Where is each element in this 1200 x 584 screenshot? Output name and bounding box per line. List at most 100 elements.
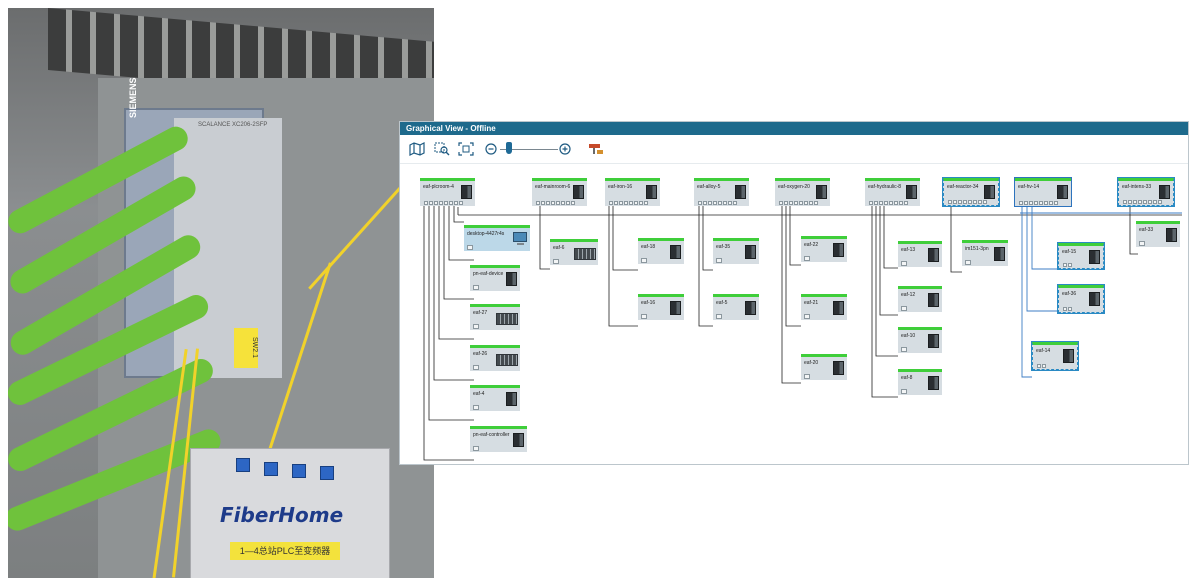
- device-desktop-4427r4s[interactable]: desktop-4427r4s: [464, 225, 530, 251]
- port: [901, 347, 907, 352]
- device-eaf-18[interactable]: eaf-18: [638, 238, 684, 264]
- device-eaf-35[interactable]: eaf-35: [713, 238, 759, 264]
- device-pn-eaf-controller[interactable]: pn-eaf-controller: [470, 426, 527, 452]
- device-eaf-36[interactable]: eaf-36: [1057, 284, 1105, 314]
- plc-icon: [646, 185, 657, 199]
- device-eaf-16[interactable]: eaf-16: [638, 294, 684, 320]
- device-label: eaf-10: [901, 333, 916, 339]
- device-eaf-hydraulic-8[interactable]: eaf-hydraulic-8: [865, 178, 920, 206]
- device-eaf-8[interactable]: eaf-8: [898, 369, 942, 395]
- plc-icon: [573, 185, 584, 199]
- fiber-port: [236, 458, 250, 472]
- device-eaf-mainroom-6[interactable]: eaf-mainroom-6: [532, 178, 587, 206]
- port: [716, 258, 722, 263]
- device-icon: [1166, 228, 1177, 242]
- device-eaf-hv-14[interactable]: eaf-hv-14: [1014, 177, 1072, 207]
- link-line: [698, 206, 713, 327]
- device-eaf-6[interactable]: eaf-6: [550, 239, 598, 265]
- device-label: eaf-18: [641, 244, 656, 250]
- device-eaf-33[interactable]: eaf-33: [1136, 221, 1180, 247]
- fit-view-icon[interactable]: [458, 142, 474, 156]
- device-eaf-reactor-34[interactable]: eaf-reactor-34: [942, 177, 1000, 207]
- zoom-slider-thumb[interactable]: [505, 142, 512, 154]
- device-label: eaf-33: [1139, 227, 1154, 233]
- device-eaf-plcroom-4[interactable]: eaf-plcroom-4: [420, 178, 475, 206]
- port-strip: [1037, 364, 1046, 368]
- port: [804, 374, 810, 379]
- device-label: im151-3pn: [965, 246, 989, 252]
- device-label: pn-eaf-controller: [473, 432, 510, 438]
- device-label: eaf-hv-14: [1018, 184, 1040, 190]
- port-strip: [536, 201, 575, 205]
- device-eaf-27[interactable]: eaf-27: [470, 304, 520, 330]
- device-eaf-4[interactable]: eaf-4: [470, 385, 520, 411]
- device-icon: [513, 433, 524, 447]
- device-label: eaf-iron-16: [608, 184, 633, 190]
- device-eaf-22[interactable]: eaf-22: [801, 236, 847, 262]
- device-eaf-5[interactable]: eaf-5: [713, 294, 759, 320]
- device-icon: [928, 248, 939, 262]
- device-im151-3pn[interactable]: im151-3pn: [962, 240, 1008, 266]
- zoom-selection-icon[interactable]: [434, 142, 450, 156]
- device-eaf-oxygen-20[interactable]: eaf-oxygen-20: [775, 178, 830, 206]
- fiber-port: [264, 462, 278, 476]
- link-line: [612, 206, 638, 271]
- device-eaf-20[interactable]: eaf-20: [801, 354, 847, 380]
- plc-icon: [1159, 185, 1170, 199]
- port: [553, 259, 559, 264]
- port-strip: [1019, 201, 1058, 205]
- link-line: [702, 206, 713, 271]
- plc-icon: [984, 185, 995, 199]
- device-eaf-26[interactable]: eaf-26: [470, 345, 520, 371]
- device-label: eaf-alloy-5: [697, 184, 721, 190]
- device-icon: [670, 301, 681, 315]
- port: [716, 314, 722, 319]
- device-eaf-15[interactable]: eaf-15: [1057, 242, 1105, 270]
- port: [901, 389, 907, 394]
- device-eaf-21[interactable]: eaf-21: [801, 294, 847, 320]
- zoom-in-icon[interactable]: [558, 142, 574, 156]
- device-icon: [670, 245, 681, 259]
- switch-brand-label: SIEMENS: [128, 77, 138, 118]
- device-label: eaf-12: [901, 292, 916, 298]
- device-icon: [1063, 349, 1074, 363]
- plc-icon: [1057, 185, 1068, 199]
- graphical-view-toolbar: [400, 136, 1188, 162]
- port-strip: [948, 200, 987, 204]
- link-line: [950, 206, 962, 273]
- port-strip: [779, 201, 818, 205]
- device-label: eaf-plcroom-4: [423, 184, 454, 190]
- graphical-view-window: Graphical View - Offline eaf-plcroom-4 e…: [399, 121, 1189, 465]
- link-line: [453, 206, 464, 223]
- port: [1139, 241, 1145, 246]
- device-eaf-iron-16[interactable]: eaf-iron-16: [605, 178, 660, 206]
- device-eaf-14[interactable]: eaf-14: [1031, 341, 1079, 371]
- port-strip: [698, 201, 737, 205]
- network-canvas[interactable]: eaf-plcroom-4 eaf-mainroom-6 eaf-iron-16…: [400, 163, 1188, 464]
- device-eaf-12[interactable]: eaf-12: [898, 286, 942, 312]
- device-icon: [506, 392, 517, 406]
- device-icon: [928, 293, 939, 307]
- device-label: eaf-mainroom-6: [535, 184, 571, 190]
- device-eaf-10[interactable]: eaf-10: [898, 327, 942, 353]
- map-icon[interactable]: [409, 142, 425, 156]
- device-eaf-alloy-5[interactable]: eaf-alloy-5: [694, 178, 749, 206]
- switch-cabinet-photo: SIEMENS SCALANCE XC206-2SFP SW2.1 FiberH…: [8, 8, 434, 578]
- switch-tag-label: SW2.1: [234, 328, 258, 368]
- device-label: eaf-4: [473, 391, 485, 397]
- device-pn-eaf-device[interactable]: pn-eaf-device: [470, 265, 520, 291]
- pc-icon: [513, 232, 527, 245]
- io-rack-icon: [496, 354, 518, 366]
- device-eaf-intens-33[interactable]: eaf-intens-33: [1117, 177, 1175, 207]
- zoom-out-icon[interactable]: [484, 142, 500, 156]
- device-label: eaf-14: [1036, 348, 1051, 354]
- port: [804, 256, 810, 261]
- device-eaf-13[interactable]: eaf-13: [898, 241, 942, 267]
- plc-icon: [816, 185, 827, 199]
- network-overview-icon[interactable]: [588, 142, 604, 156]
- device-label: eaf-hydraulic-8: [868, 184, 902, 190]
- device-label: eaf-16: [641, 300, 656, 306]
- device-label: eaf-intens-33: [1122, 184, 1152, 190]
- io-rack-icon: [496, 313, 518, 325]
- window-title: Graphical View - Offline: [400, 122, 1188, 135]
